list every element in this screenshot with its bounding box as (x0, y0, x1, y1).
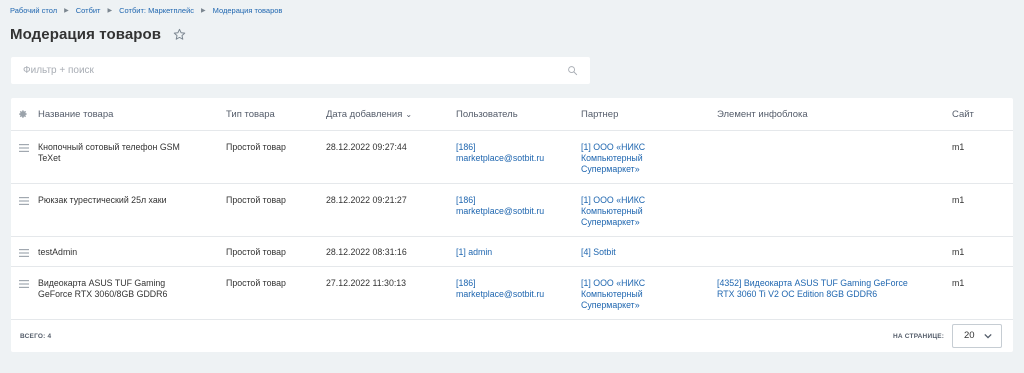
column-header-date[interactable]: Дата добавления ⌄ (326, 109, 412, 120)
user-link[interactable]: [1] admin (456, 247, 492, 258)
user-link[interactable]: [186] marketplace@sotbit.ru (456, 278, 544, 300)
product-type: Простой товар (226, 142, 286, 152)
product-name[interactable]: Видеокарта ASUS TUF Gaming GeForce RTX 30… (38, 278, 167, 300)
column-header-partner[interactable]: Партнер (581, 109, 618, 120)
per-page-label: НА СТРАНИЦЕ: (893, 333, 945, 340)
per-page-value: 20 (964, 330, 975, 341)
date-added: 28.12.2022 08:31:16 (326, 247, 407, 257)
product-type: Простой товар (226, 278, 286, 288)
column-header-site[interactable]: Сайт (952, 109, 974, 120)
column-header-element[interactable]: Элемент инфоблока (717, 109, 808, 120)
site-value: m1 (952, 195, 965, 205)
partner-link[interactable]: [1] ООО «НИКС Компьютерный Супермаркет» (581, 278, 645, 312)
date-added: 27.12.2022 11:30:13 (326, 278, 407, 288)
table-row: Видеокарта ASUS TUF Gaming GeForce RTX 30… (11, 267, 1013, 320)
site-value: m1 (952, 278, 965, 288)
drag-icon[interactable] (19, 249, 29, 257)
date-added: 28.12.2022 09:27:44 (326, 142, 407, 152)
sort-down-icon: ⌄ (405, 110, 413, 119)
infoblock-element-link[interactable]: [4352] Видеокарта ASUS TUF Gaming GeForc… (717, 278, 908, 300)
drag-icon[interactable] (19, 197, 29, 205)
date-added: 28.12.2022 09:21:27 (326, 195, 407, 205)
grid-footer: ВСЕГО: 4 НА СТРАНИЦЕ: 20 (11, 320, 1013, 352)
gear-icon[interactable] (18, 109, 28, 119)
breadcrumb-separator-icon: ▶ (107, 8, 113, 14)
user-link[interactable]: [186] marketplace@sotbit.ru (456, 142, 544, 164)
title-row: Модерация товаров (10, 26, 186, 43)
page-title: Модерация товаров (10, 26, 162, 43)
partner-link[interactable]: [4] Sotbit (581, 247, 616, 258)
search-icon[interactable] (567, 65, 578, 76)
site-value: m1 (952, 142, 965, 152)
product-name[interactable]: testAdmin (38, 247, 77, 258)
total-count: ВСЕГО: 4 (20, 333, 52, 340)
product-name[interactable]: Рюкзак турестический 25л хаки (38, 195, 167, 206)
filter-search-box[interactable] (11, 57, 590, 84)
chevron-down-icon (984, 333, 992, 339)
per-page-select[interactable]: 20 (952, 324, 1002, 348)
product-type: Простой товар (226, 247, 286, 257)
star-icon[interactable] (173, 28, 186, 41)
column-header-name[interactable]: Название товара (38, 109, 113, 120)
user-link[interactable]: [186] marketplace@sotbit.ru (456, 195, 544, 217)
breadcrumb-item-sotbit[interactable]: Сотбит (76, 6, 101, 15)
breadcrumb-item-moderation[interactable]: Модерация товаров (213, 6, 283, 15)
breadcrumb-item-marketplace[interactable]: Сотбит: Маркетплейс (119, 6, 194, 15)
product-name[interactable]: Кнопочный сотовый телефон GSM TeXet (38, 142, 180, 164)
partner-link[interactable]: [1] ООО «НИКС Компьютерный Супермаркет» (581, 142, 645, 176)
product-type: Простой товар (226, 195, 286, 205)
products-grid: Название товара Тип товара Дата добавлен… (11, 98, 1013, 352)
table-row: Кнопочный сотовый телефон GSM TeXet Прост… (11, 131, 1013, 184)
grid-header: Название товара Тип товара Дата добавлен… (11, 98, 1013, 131)
table-row: testAdmin Простой товар 28.12.2022 08:31… (11, 237, 1013, 267)
breadcrumb: Рабочий стол ▶ Сотбит ▶ Сотбит: Маркетпл… (10, 6, 282, 15)
partner-link[interactable]: [1] ООО «НИКС Компьютерный Супермаркет» (581, 195, 645, 229)
column-header-user[interactable]: Пользователь (456, 109, 518, 120)
column-header-date-label: Дата добавления (326, 109, 403, 120)
breadcrumb-separator-icon: ▶ (201, 8, 206, 14)
site-value: m1 (952, 247, 965, 257)
filter-search-input[interactable] (23, 65, 567, 76)
drag-icon[interactable] (19, 144, 29, 152)
breadcrumb-separator-icon: ▶ (64, 8, 69, 14)
table-row: Рюкзак турестический 25л хаки Простой то… (11, 184, 1013, 237)
column-header-type[interactable]: Тип товара (226, 109, 275, 120)
breadcrumb-item-desktop[interactable]: Рабочий стол (10, 6, 57, 15)
drag-icon[interactable] (19, 280, 29, 288)
